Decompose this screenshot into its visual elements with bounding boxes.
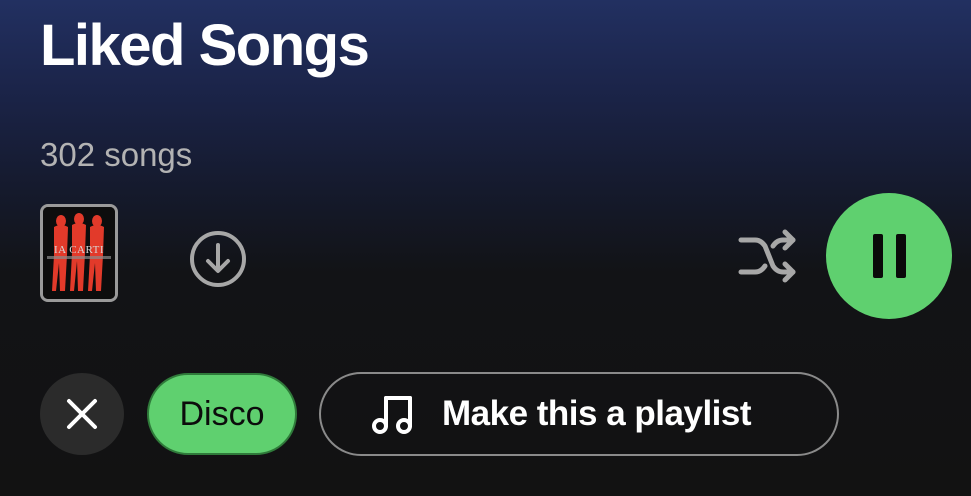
album-cover-text: IA CARTI <box>54 244 104 256</box>
shuffle-icon <box>738 229 796 283</box>
song-count: 302 songs <box>40 136 193 173</box>
make-playlist-button[interactable]: Make this a playlist <box>319 372 839 456</box>
download-button[interactable] <box>188 229 248 289</box>
album-art-image: IA CARTI <box>43 207 115 299</box>
music-note-icon <box>372 396 412 434</box>
page-title: Liked Songs <box>40 13 370 78</box>
album-cover-thumbnail[interactable]: IA CARTI <box>40 204 118 302</box>
download-circle-icon <box>190 231 246 287</box>
close-icon <box>67 399 97 429</box>
pause-button[interactable] <box>826 193 952 319</box>
shuffle-button[interactable] <box>737 228 799 284</box>
make-playlist-label: Make this a playlist <box>442 394 752 433</box>
pause-icon <box>872 234 906 278</box>
clear-filter-button[interactable] <box>40 373 124 455</box>
filter-chip-disco[interactable]: Disco <box>147 373 297 455</box>
